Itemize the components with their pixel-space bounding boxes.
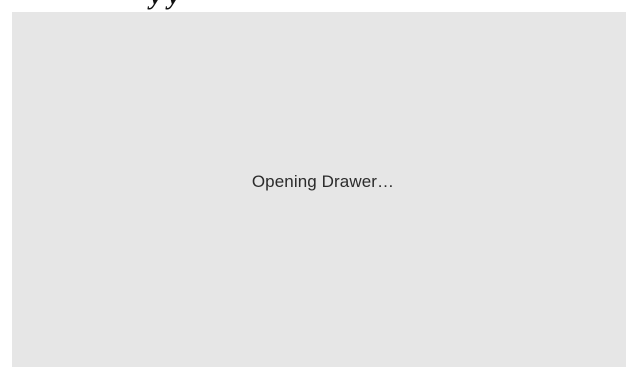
loading-status-text: Opening Drawer… [251,172,395,191]
drawer-loading-panel: Opening Drawer… [12,12,626,367]
page-heading-cropped: y y [150,0,180,9]
